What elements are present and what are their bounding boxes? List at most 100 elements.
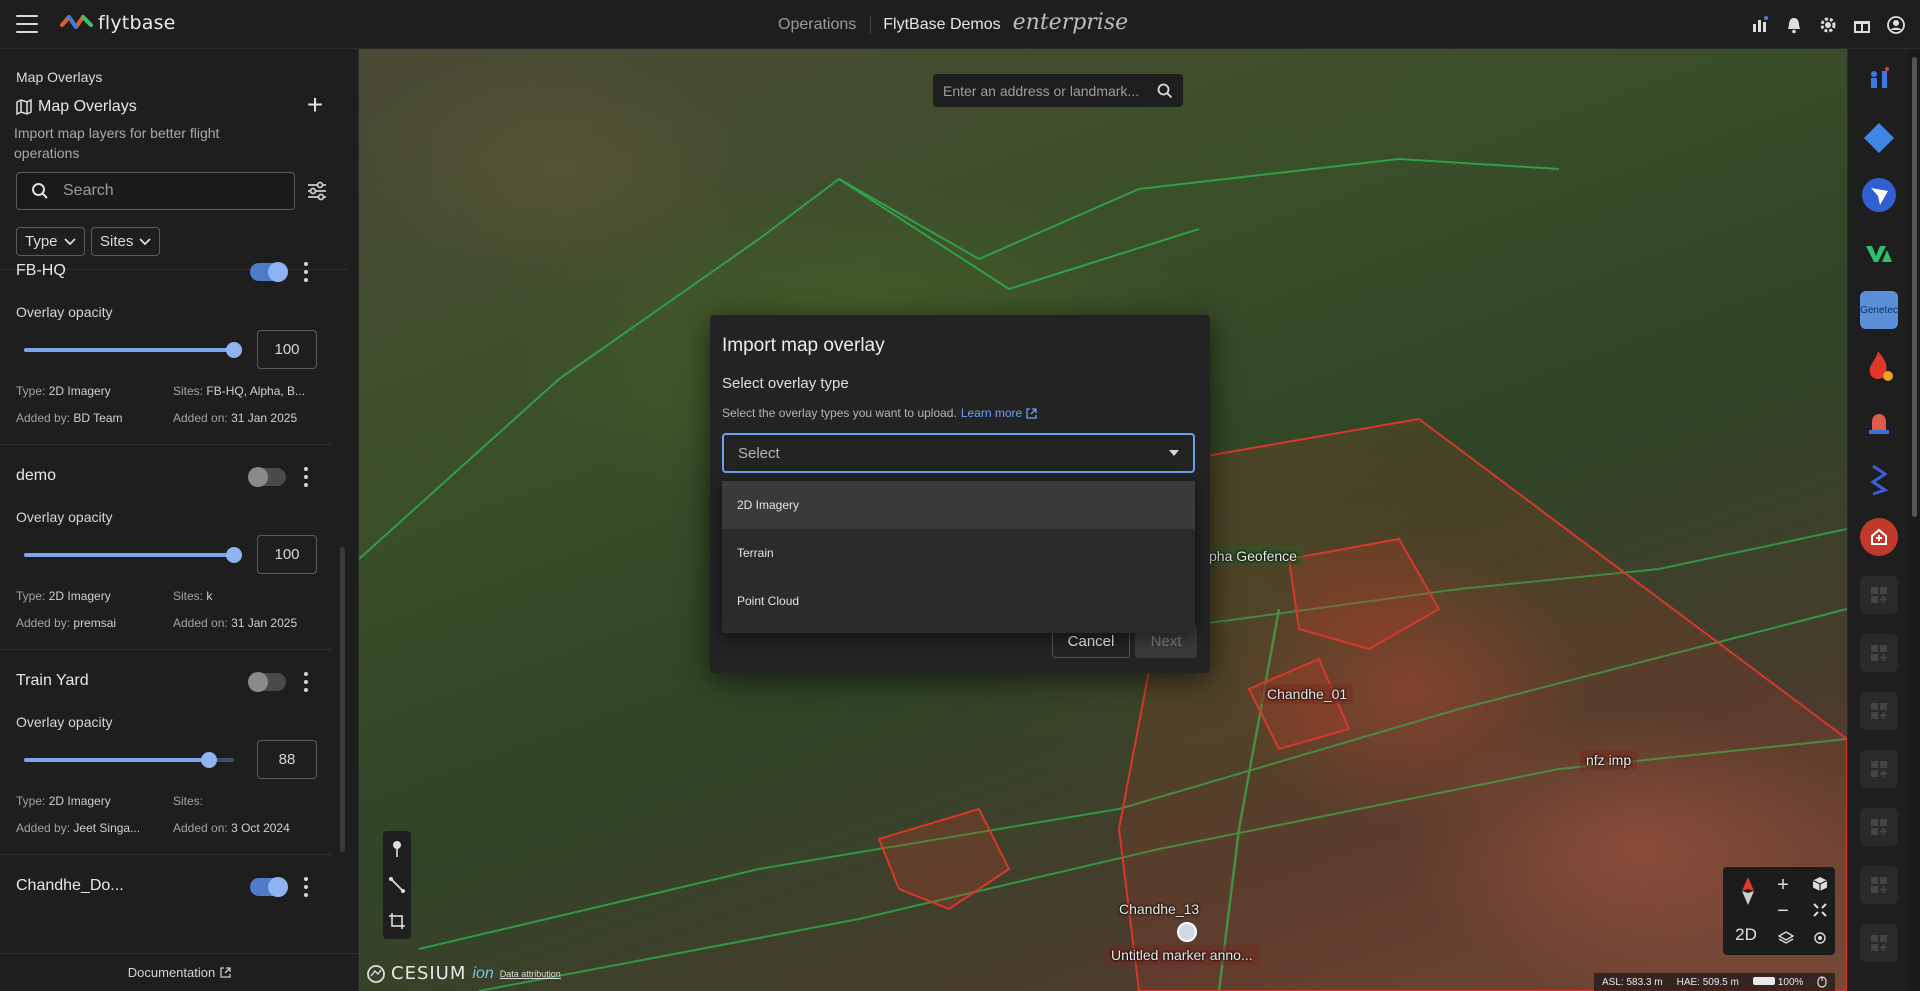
nfz-label[interactable]: nfz imp [1580, 750, 1638, 770]
app-slot-placeholder-icon[interactable] [1860, 576, 1898, 614]
gear-icon[interactable] [1816, 13, 1840, 37]
search-input[interactable] [63, 182, 263, 200]
overlay-more-icon[interactable] [300, 877, 312, 897]
overlay-visibility-toggle[interactable] [250, 262, 288, 282]
flytbase-logo[interactable]: flytbase [60, 12, 176, 34]
org-name[interactable]: FlytBase Demos [871, 16, 1000, 34]
draw-polygon-icon[interactable] [387, 911, 407, 931]
sidebar-scrollbar[interactable] [340, 547, 345, 852]
overlay-type: Type: 2D Imagery [16, 384, 111, 398]
hamburger-menu-icon[interactable] [16, 15, 38, 33]
app-slot-placeholder-icon[interactable] [1860, 808, 1898, 846]
option-terrain[interactable]: Terrain [722, 529, 1195, 577]
chevron-down-icon [63, 237, 76, 245]
asl-readout: ASL: 583.3 m [1602, 976, 1663, 988]
app-slot-placeholder-icon[interactable] [1860, 750, 1898, 788]
type-filter-dropdown[interactable]: Type [16, 227, 85, 256]
overlay-more-icon[interactable] [300, 262, 312, 282]
opacity-slider[interactable] [24, 342, 242, 358]
learn-more-link[interactable]: Learn more [961, 406, 1022, 420]
nav-operations[interactable]: Operations [778, 15, 872, 34]
compass-icon[interactable] [1733, 873, 1763, 909]
data-attribution-link[interactable]: Data attribution [500, 969, 561, 979]
app-slot-placeholder-icon[interactable] [1860, 866, 1898, 904]
app-fire-icon[interactable] [1860, 347, 1898, 385]
app-send-icon[interactable] [1860, 176, 1898, 214]
app-people-icon[interactable] [1860, 61, 1898, 99]
app-va-icon[interactable] [1860, 234, 1898, 272]
sites-filter-dropdown[interactable]: Sites [91, 227, 161, 256]
overlay-type-select[interactable]: Select [722, 433, 1195, 473]
filter-settings-icon[interactable] [306, 180, 328, 207]
bell-icon[interactable] [1782, 13, 1806, 37]
opacity-slider[interactable] [24, 547, 242, 563]
zoom-in-button[interactable]: + [1773, 875, 1793, 895]
overlay-divider [0, 854, 333, 855]
overlay-type: Type: 2D Imagery [16, 794, 111, 808]
overlay-added-by: Added by: BD Team [16, 411, 123, 425]
overlay-name: FB-HQ [16, 262, 66, 279]
caret-down-icon [1169, 450, 1179, 456]
overlay-name: Chandhe_Do... [16, 877, 124, 894]
overlay-sites: Sites: FB-HQ, Alpha, B... [173, 384, 306, 398]
dialog-help-text: Select the overlay types you want to upl… [722, 406, 957, 420]
address-search-input[interactable] [943, 82, 1148, 99]
top-nav: Operations FlytBase Demos enterprise [778, 10, 1128, 35]
dialog-subtitle: Select overlay type [722, 375, 849, 392]
app-rail-scrollbar[interactable] [1909, 49, 1920, 991]
site-label[interactable]: Chandhe_13 [1119, 901, 1199, 917]
chevron-down-icon [139, 237, 151, 245]
place-pin-icon[interactable] [387, 839, 407, 859]
app-dna-icon[interactable] [1860, 461, 1898, 499]
overlay-visibility-toggle[interactable] [250, 877, 288, 897]
geofence-label[interactable]: pha Geofence [1203, 546, 1303, 566]
opacity-value-input[interactable]: 100 [257, 330, 317, 369]
overlay-sites: Sites: [173, 794, 204, 808]
app-slot-placeholder-icon[interactable] [1860, 634, 1898, 672]
app-slot-placeholder-icon[interactable] [1860, 924, 1898, 962]
app-emergency-icon[interactable] [1860, 518, 1898, 556]
zoom-out-button[interactable]: − [1773, 901, 1793, 921]
sidebar-title-text: Map Overlays [38, 98, 137, 115]
flytbase-logo-icon [60, 15, 93, 29]
opacity-value-input[interactable]: 100 [257, 535, 317, 574]
overlay-added-on: Added on: 3 Oct 2024 [173, 821, 290, 835]
add-overlay-button[interactable]: + [302, 91, 328, 119]
hae-readout: HAE: 509.5 m [1676, 976, 1739, 988]
fit-view-icon[interactable] [1811, 901, 1829, 919]
draw-line-icon[interactable] [387, 875, 407, 895]
map-marker-icon[interactable] [1177, 922, 1197, 942]
marker-label[interactable]: Untitled marker anno... [1105, 945, 1259, 965]
sites-filter-label: Sites [100, 233, 134, 250]
select-placeholder: Select [738, 444, 780, 462]
external-link-icon[interactable] [1026, 407, 1037, 419]
app-diamond-icon[interactable] [1860, 119, 1898, 157]
external-link-icon [220, 967, 231, 978]
option-2d-imagery[interactable]: 2D Imagery [722, 481, 1195, 529]
map-navigation-controls: + − 2D [1723, 867, 1835, 955]
battery-icon [1752, 976, 1775, 985]
overlay-visibility-toggle[interactable] [248, 672, 286, 692]
overlay-visibility-toggle[interactable] [248, 467, 286, 487]
app-slot-placeholder-icon[interactable] [1860, 692, 1898, 730]
opacity-label: Overlay opacity [16, 509, 113, 525]
user-account-icon[interactable] [1884, 13, 1908, 37]
documentation-link[interactable]: Documentation [0, 953, 359, 991]
battery-readout: 100% [1752, 976, 1803, 988]
app-alarm-icon[interactable] [1860, 404, 1898, 442]
view-mode-toggle[interactable]: 2D [1729, 925, 1763, 949]
option-point-cloud[interactable]: Point Cloud [722, 577, 1195, 625]
opacity-value-input[interactable]: 88 [257, 740, 317, 779]
overlay-more-icon[interactable] [300, 672, 312, 692]
opacity-slider[interactable] [24, 752, 234, 768]
layers-icon[interactable] [1777, 929, 1795, 947]
overlay-added-by: Added by: Jeet Singa... [16, 821, 141, 835]
nfz-label[interactable]: Chandhe_01 [1261, 684, 1354, 704]
gift-icon[interactable] [1850, 13, 1874, 37]
3d-cube-icon[interactable] [1811, 875, 1829, 893]
search-icon[interactable] [1157, 83, 1173, 99]
overlay-more-icon[interactable] [300, 467, 312, 487]
locate-icon[interactable] [1811, 929, 1829, 947]
app-genetec-icon[interactable]: Genetec [1860, 291, 1898, 329]
analytics-icon[interactable] [1748, 13, 1772, 37]
